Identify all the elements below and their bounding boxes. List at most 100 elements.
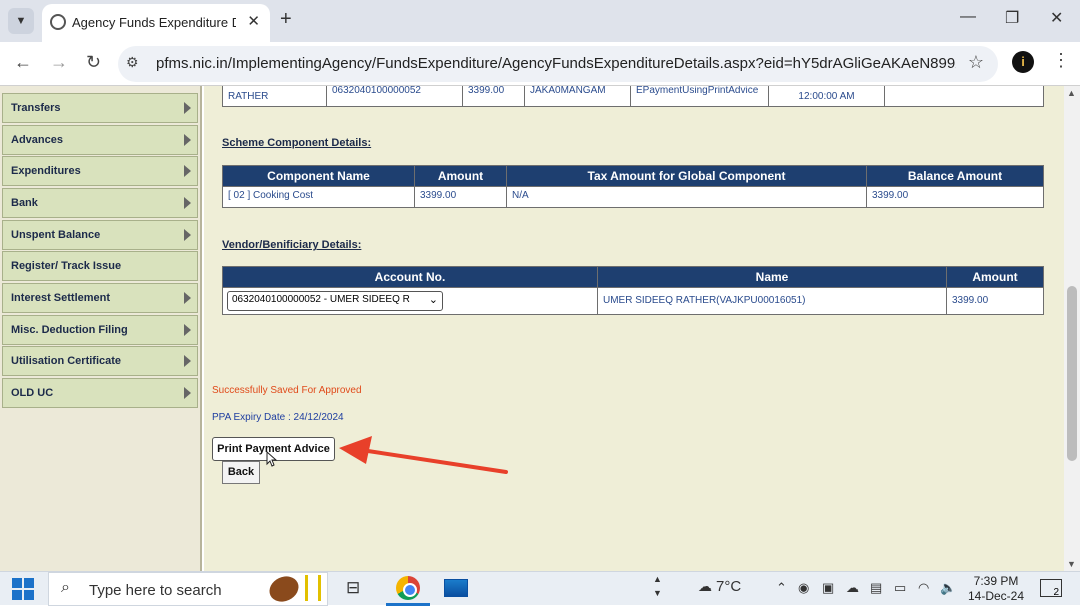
sidebar-item-misc-deduction-filing[interactable]: Misc. Deduction Filing [2,315,198,345]
chevron-right-icon [184,324,191,336]
browser-tab[interactable]: Agency Funds Expenditure Detai ✕ [42,4,270,42]
system-clock[interactable]: 7:39 PM 14-Dec-24 [968,574,1024,604]
browser-toolbar: ← → ↻ ⚙ pfms.nic.in/ImplementingAgency/F… [0,42,1080,86]
sidebar-item-label: Advances [11,134,63,146]
wifi-icon[interactable]: ◠ [918,580,929,596]
sidebar-item-interest-settlement[interactable]: Interest Settlement [2,283,198,313]
scheme-component-heading: Scheme Component Details: [222,137,372,149]
success-message: Successfully Saved For Approved [212,385,362,396]
show-hidden-icons-icon[interactable]: ⌃ [776,580,787,596]
close-tab-icon[interactable]: ✕ [247,12,260,30]
globe-icon [50,14,66,30]
profile-avatar[interactable]: i [1012,51,1034,73]
scroll-down-icon[interactable]: ▼ [1067,559,1076,569]
main-content: RATHER 0632040100000052 3399.00 JAKA0MAN… [204,86,1064,571]
table-cell: 0632040100000052 [326,86,463,107]
column-header: Account No. [222,266,598,288]
windows-start-button[interactable] [12,578,34,600]
table-header-row: Account No. Name Amount [222,266,1044,288]
table-cell: UMER SIDEEQ RATHER(VAJKPU00016051) [597,287,947,315]
sidebar-item-label: Expenditures [11,165,81,177]
table-cell: [ 02 ] Cooking Cost [222,186,415,208]
sidebar-item-register-track-issue[interactable]: Register/ Track Issue [2,251,198,281]
url-text[interactable]: pfms.nic.in/ImplementingAgency/FundsExpe… [156,55,956,72]
reload-icon[interactable]: ↻ [86,52,101,73]
clock-time: 7:39 PM [973,574,1019,588]
chrome-icon[interactable] [396,576,420,600]
windows-logo-icon [24,590,34,600]
vendor-details-heading: Vendor/Benificiary Details: [222,239,362,251]
sidebar-item-old-uc[interactable]: OLD UC [2,378,198,408]
table-cell: 3399.00 [462,86,525,107]
sidebar-item-bank[interactable]: Bank [2,188,198,218]
windows-logo-icon [12,578,22,588]
sidebar-item-transfers[interactable]: Transfers [2,93,198,123]
scroll-arrows-icon[interactable]: ▲ ▼ [653,572,662,600]
forward-nav-icon[interactable]: → [50,52,68,73]
print-payment-advice-button[interactable]: Print Payment Advice [212,437,335,461]
close-window-button[interactable]: ✕ [1050,8,1063,28]
table-header-row: Component Name Amount Tax Amount for Glo… [222,165,1044,187]
column-header: Tax Amount for Global Component [506,165,867,187]
sidebar-item-label: Bank [11,197,38,209]
file-explorer-icon[interactable] [444,579,468,597]
sidebar-item-utilisation-certificate[interactable]: Utilisation Certificate [2,346,198,376]
sidebar-item-label: Unspent Balance [11,229,101,241]
back-nav-icon[interactable]: ← [14,52,32,73]
volume-icon[interactable]: 🔈 [940,580,956,596]
table-row: 0632040100000052 - UMER SIDEEQ R ⌄ UMER S… [222,287,1044,315]
scroll-up-icon[interactable]: ▲ [1067,88,1076,98]
browser-menu-icon[interactable]: ⋮ [1052,50,1070,71]
weather-widget[interactable]: ☁ 7°C [698,578,741,595]
search-placeholder: Type here to search [89,582,222,599]
column-header: Balance Amount [866,165,1044,187]
table-cell: JAKA0MANGAM [524,86,631,107]
device-icon[interactable]: ▤ [870,580,882,596]
minimize-button[interactable]: — [960,8,976,26]
chevron-right-icon [184,229,191,241]
column-header: Component Name [222,165,415,187]
tab-search-button[interactable]: ▼ [8,8,34,34]
table-cell: 12:00:00 AM [768,86,885,107]
chevron-right-icon [184,134,191,146]
bookmark-star-icon[interactable]: ☆ [968,52,984,73]
table-row: RATHER 0632040100000052 3399.00 JAKA0MAN… [222,86,1044,107]
chevron-right-icon [184,197,191,209]
sidebar-menu: Transfers Advances Expenditures Bank Uns… [0,86,202,571]
cloud-icon: ☁ [698,578,712,594]
restore-button[interactable]: ❐ [1005,8,1019,28]
vendor-details-table: Account No. Name Amount 0632040100000052… [222,266,1044,315]
scrollbar-thumb[interactable] [1067,286,1077,461]
sidebar-item-label: Register/ Track Issue [11,260,122,272]
table-cell: 3399.00 [414,186,507,208]
battery-icon[interactable]: ▭ [894,580,906,596]
new-tab-button[interactable]: + [280,8,292,31]
address-bar[interactable]: ⚙ pfms.nic.in/ImplementingAgency/FundsEx… [118,46,998,82]
goalpost-icon [305,575,321,601]
back-button[interactable]: Back [222,461,260,484]
sidebar-item-expenditures[interactable]: Expenditures [2,156,198,186]
notification-icon[interactable]: 2 [1040,579,1062,598]
meet-now-icon[interactable]: ▣ [822,580,834,596]
sidebar-item-label: Utilisation Certificate [11,355,122,367]
app-tray-icon[interactable]: ◉ [798,580,809,596]
sidebar-item-label: Transfers [11,102,61,114]
sidebar-item-advances[interactable]: Advances [2,125,198,155]
windows-taskbar: ⌕ Type here to search ⊟ ▲ ▼ ☁ 7°C ⌃ ◉ ▣ ☁ … [0,571,1080,606]
ppa-expiry-date: PPA Expiry Date : 24/12/2024 [212,412,344,423]
page-scrollbar[interactable]: ▲ ▼ [1064,86,1080,571]
sidebar-item-unspent-balance[interactable]: Unspent Balance [2,220,198,250]
site-info-icon[interactable]: ⚙ [126,54,139,71]
table-cell: N/A [506,186,867,208]
account-number-select[interactable]: 0632040100000052 - UMER SIDEEQ R ⌄ [227,291,443,311]
table-cell [884,86,1044,107]
taskbar-search-box[interactable]: ⌕ Type here to search [48,571,328,606]
table-cell: 0632040100000052 - UMER SIDEEQ R ⌄ [222,287,598,315]
chevron-right-icon [184,355,191,367]
chevron-right-icon [184,102,191,114]
onedrive-icon[interactable]: ☁ [846,580,859,596]
column-header: Amount [414,165,507,187]
task-view-icon[interactable]: ⊟ [346,578,360,598]
table-row: [ 02 ] Cooking Cost 3399.00 N/A 3399.00 [222,186,1044,208]
table-cell: 3399.00 [866,186,1044,208]
